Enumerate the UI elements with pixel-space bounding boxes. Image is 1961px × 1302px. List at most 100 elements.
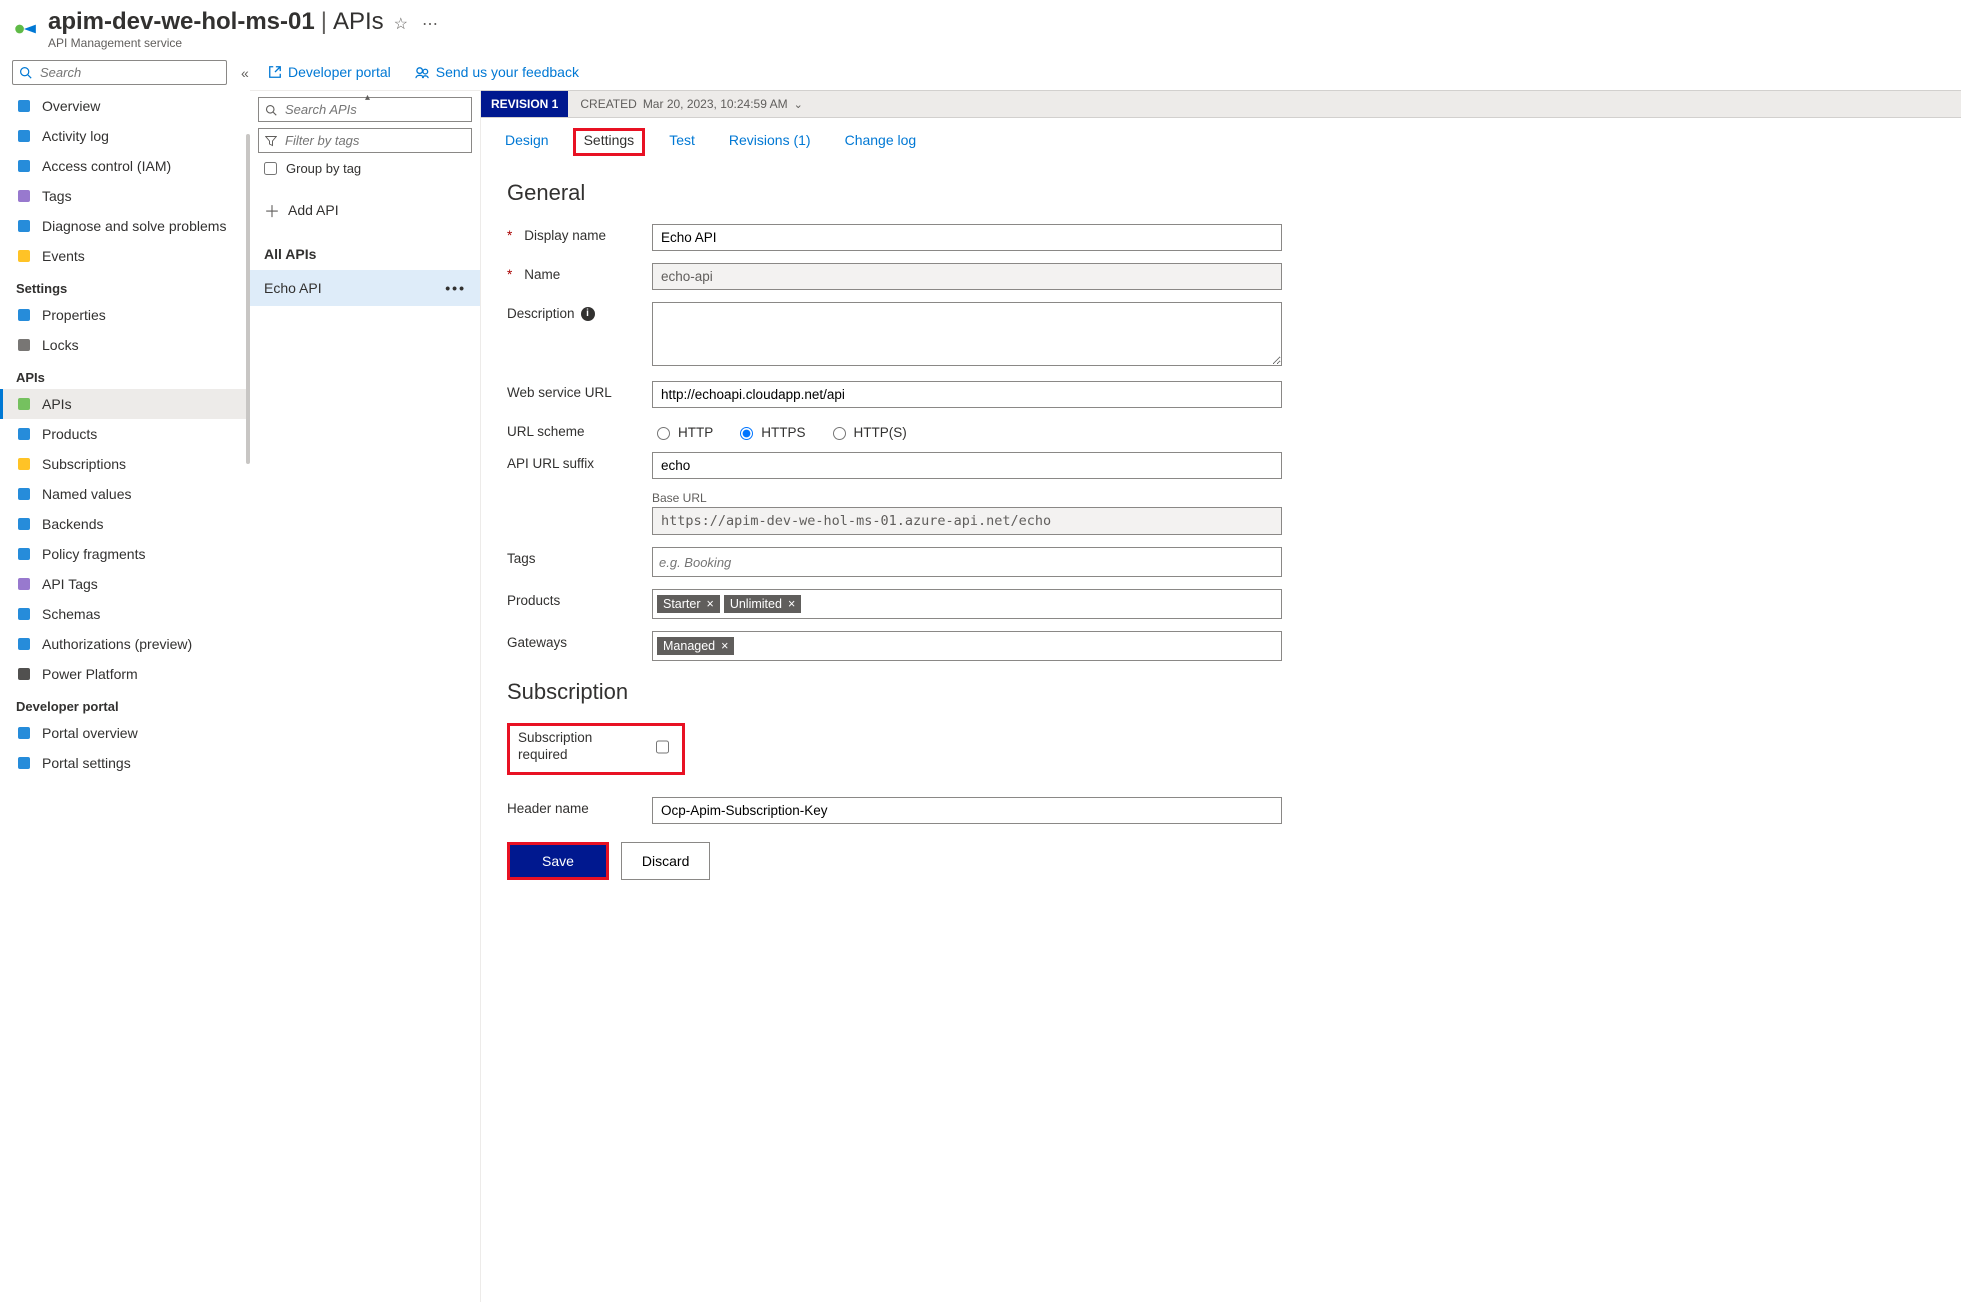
apim-service-icon — [12, 16, 38, 42]
main-panel: REVISION 1 CREATED Mar 20, 2023, 10:24:5… — [480, 90, 1961, 1302]
search-icon — [19, 66, 32, 79]
log-icon — [16, 128, 32, 144]
subscription-required-label: Subscription required — [518, 730, 612, 764]
description-input[interactable] — [652, 302, 1282, 366]
created-label: CREATED — [580, 97, 636, 111]
chip-remove-icon[interactable]: × — [721, 639, 728, 653]
bolt-icon — [16, 248, 32, 264]
nav-item-properties[interactable]: Properties — [0, 300, 250, 330]
subscription-required-checkbox[interactable] — [656, 739, 669, 755]
nav-item-tags[interactable]: Tags — [0, 181, 250, 211]
key-icon — [16, 456, 32, 472]
chip-starter[interactable]: Starter × — [657, 595, 720, 613]
auth-icon — [16, 636, 32, 652]
page-header: apim-dev-we-hol-ms-01 | APIs ☆ ⋯ API Man… — [0, 0, 1961, 54]
nav-item-portal-overview[interactable]: Portal overview — [0, 718, 250, 748]
subscription-required-highlight: Subscription required — [507, 723, 685, 775]
save-button[interactable]: Save — [510, 845, 606, 877]
nav-section-apis: APIs — [0, 360, 250, 389]
nav-item-api-tags[interactable]: API Tags — [0, 569, 250, 599]
tab-changelog[interactable]: Change log — [843, 128, 919, 156]
tab-design[interactable]: Design — [503, 128, 551, 156]
resource-name: apim-dev-we-hol-ms-01 — [48, 8, 315, 36]
feedback-link[interactable]: Send us your feedback — [415, 64, 579, 80]
tab-revisions[interactable]: Revisions (1) — [727, 128, 813, 156]
info-icon[interactable]: i — [581, 307, 595, 321]
nav-search[interactable] — [12, 60, 227, 85]
tag-filter-input[interactable] — [283, 132, 465, 149]
url-scheme-radios: HTTP HTTPS HTTP(S) — [652, 420, 1282, 440]
tags-text-input[interactable] — [657, 554, 1277, 571]
api-list-panel: ▴ Group by tag — [250, 90, 480, 1302]
chip-unlimited[interactable]: Unlimited × — [724, 595, 801, 613]
tab-settings[interactable]: Settings — [573, 128, 646, 156]
external-link-icon — [268, 65, 282, 79]
header-more-button[interactable]: ⋯ — [418, 10, 442, 38]
url-suffix-input[interactable] — [652, 452, 1282, 479]
base-url-output — [652, 507, 1282, 535]
nav-search-input[interactable] — [38, 64, 220, 81]
search-icon — [265, 104, 277, 116]
power-icon — [16, 666, 32, 682]
nav-item-events[interactable]: Events — [0, 241, 250, 271]
top-toolbar: Developer portal Send us your feedback — [250, 54, 1961, 90]
nav-item-activity-log[interactable]: Activity log — [0, 121, 250, 151]
nav-item-locks[interactable]: Locks — [0, 330, 250, 360]
resource-type: API Management service — [48, 36, 442, 50]
header-name-input[interactable] — [652, 797, 1282, 824]
nav-item-overview[interactable]: Overview — [0, 91, 250, 121]
save-button-highlight: Save — [507, 842, 609, 880]
web-service-url-input[interactable] — [652, 381, 1282, 408]
scheme-http-radio[interactable]: HTTP — [652, 424, 713, 440]
group-by-tag-checkbox[interactable]: Group by tag — [258, 159, 472, 178]
chip-managed[interactable]: Managed × — [657, 637, 734, 655]
add-api-button[interactable]: ＋ Add API — [250, 188, 480, 232]
discard-button[interactable]: Discard — [621, 842, 710, 880]
display-name-input[interactable] — [652, 224, 1282, 251]
lock-icon — [16, 337, 32, 353]
tab-test[interactable]: Test — [667, 128, 697, 156]
gateways-input[interactable]: Managed × — [652, 631, 1282, 661]
api-item-more-icon[interactable]: ••• — [445, 280, 466, 296]
globe-icon — [16, 98, 32, 114]
wrench-icon — [16, 218, 32, 234]
tag-filter-box[interactable] — [258, 128, 472, 153]
portal-icon — [16, 725, 32, 741]
schema-icon — [16, 606, 32, 622]
nav-item-portal-settings[interactable]: Portal settings — [0, 748, 250, 778]
section-general: General — [507, 180, 1935, 206]
nav-item-schemas[interactable]: Schemas — [0, 599, 250, 629]
favorite-button[interactable]: ☆ — [390, 10, 412, 38]
products-input[interactable]: Starter ×Unlimited × — [652, 589, 1282, 619]
chevron-down-icon[interactable]: ⌄ — [794, 98, 803, 111]
chip-remove-icon[interactable]: × — [707, 597, 714, 611]
nav-item-named-values[interactable]: Named values — [0, 479, 250, 509]
tag-icon — [16, 576, 32, 592]
developer-portal-link[interactable]: Developer portal — [268, 64, 391, 80]
nav-item-backends[interactable]: Backends — [0, 509, 250, 539]
people-icon — [16, 158, 32, 174]
left-nav: « OverviewActivity logAccess control (IA… — [0, 54, 250, 1302]
scroll-up-icon[interactable]: ▴ — [365, 92, 370, 103]
collapse-nav-button[interactable]: « — [235, 64, 255, 82]
api-list-item-echo[interactable]: Echo API ••• — [250, 270, 480, 306]
nav-item-products[interactable]: Products — [0, 419, 250, 449]
filter-icon — [265, 135, 277, 147]
nav-item-policy-fragments[interactable]: Policy fragments — [0, 539, 250, 569]
scheme-https-radio[interactable]: HTTPS — [735, 424, 805, 440]
scheme-both-radio[interactable]: HTTP(S) — [828, 424, 907, 440]
tag-icon — [16, 188, 32, 204]
chip-remove-icon[interactable]: × — [788, 597, 795, 611]
nav-item-diagnose-and-solve-problems[interactable]: Diagnose and solve problems — [0, 211, 250, 241]
api-search-input[interactable] — [283, 101, 465, 118]
tags-input[interactable] — [652, 547, 1282, 577]
nav-item-power-platform[interactable]: Power Platform — [0, 659, 250, 689]
nav-item-authorizations-preview-[interactable]: Authorizations (preview) — [0, 629, 250, 659]
plus-icon: ＋ — [264, 198, 280, 222]
nav-item-apis[interactable]: APIs — [0, 389, 250, 419]
grid-icon — [16, 486, 32, 502]
nav-item-subscriptions[interactable]: Subscriptions — [0, 449, 250, 479]
nav-section-settings: Settings — [0, 271, 250, 300]
all-apis-heading[interactable]: All APIs — [250, 232, 480, 270]
nav-item-access-control-iam-[interactable]: Access control (IAM) — [0, 151, 250, 181]
